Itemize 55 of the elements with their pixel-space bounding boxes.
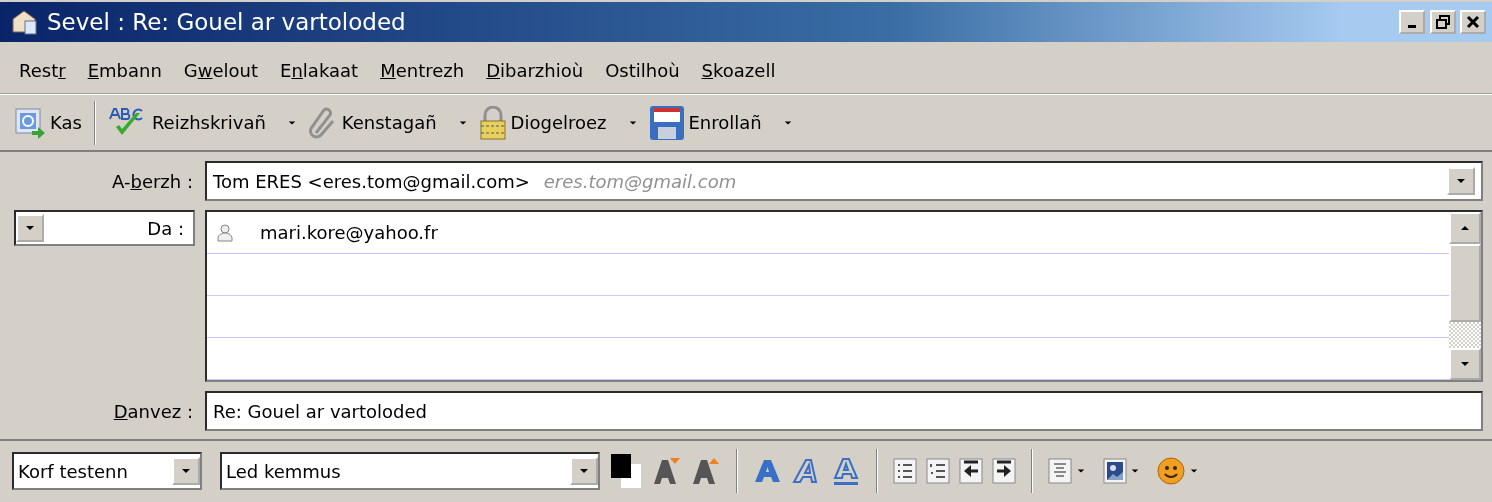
- sender-select[interactable]: Tom ERES <eres.tom@gmail.com> eres.tom@gmail.com: [205, 161, 1483, 201]
- smiley-icon[interactable]: [1157, 457, 1185, 485]
- dropdown-caret-icon[interactable]: [783, 119, 792, 126]
- recipient-type-select[interactable]: Da :: [14, 210, 195, 246]
- subject-field[interactable]: Re: Gouel ar vartoloded: [205, 391, 1483, 431]
- caret-icon[interactable]: [579, 468, 589, 474]
- close-button[interactable]: [1460, 10, 1486, 34]
- smaller-font-icon[interactable]: [652, 456, 682, 486]
- dropdown-caret-icon[interactable]: [458, 119, 467, 126]
- font-select[interactable]: Led kemmus: [220, 452, 600, 490]
- minimize-icon: [1408, 24, 1416, 28]
- caret-icon[interactable]: [1076, 468, 1085, 474]
- indent-icon[interactable]: [992, 458, 1016, 484]
- toolbar-button[interactable]: Kas: [8, 104, 88, 141]
- restore-icon: [1435, 15, 1450, 29]
- toolbar-button[interactable]: Kenstagañ: [301, 104, 473, 141]
- underline-icon[interactable]: [831, 456, 861, 486]
- paragraph-style-select[interactable]: Korf testenn: [12, 452, 202, 490]
- text-color-icon[interactable]: [609, 452, 643, 490]
- larger-font-icon[interactable]: [691, 456, 721, 486]
- padlock-icon: [478, 105, 507, 140]
- field-label: Danvez :: [112, 399, 194, 424]
- dropdown-caret-icon[interactable]: [628, 119, 637, 126]
- menu-item[interactable]: Restr: [8, 57, 77, 84]
- scrollbar[interactable]: [1449, 212, 1481, 380]
- menu-item[interactable]: Gwelout: [172, 57, 270, 84]
- numbered-list-icon[interactable]: [926, 458, 950, 484]
- dropdown-caret-icon[interactable]: [287, 119, 296, 126]
- toolbar-button[interactable]: Reizhskrivañ: [101, 104, 302, 141]
- caret-icon[interactable]: [25, 225, 35, 231]
- caret-icon[interactable]: [1456, 178, 1466, 184]
- menu-item[interactable]: Ostilhoù: [594, 57, 691, 84]
- caret-icon[interactable]: [1189, 468, 1198, 474]
- person-icon: [217, 223, 233, 242]
- recipient-row[interactable]: mari.kore@yahoo.fr: [207, 212, 1449, 254]
- window-title: Sevel : Re: Gouel ar vartoloded: [47, 7, 407, 37]
- caret-icon[interactable]: [181, 468, 191, 474]
- field-label: A-berzh :: [111, 169, 194, 194]
- bulleted-list-icon[interactable]: [893, 458, 917, 484]
- toolbar-button[interactable]: Diogelroez: [472, 103, 643, 142]
- restore-button[interactable]: [1429, 10, 1456, 34]
- menu-item[interactable]: Skoazell: [690, 57, 787, 84]
- menu-item[interactable]: Dibarzhioù: [475, 57, 595, 84]
- close-icon: [1466, 15, 1480, 29]
- toolbar-button[interactable]: Enrollañ: [642, 102, 798, 143]
- caret-icon[interactable]: [1460, 361, 1470, 367]
- caret-icon[interactable]: [1131, 468, 1139, 474]
- minimize-button[interactable]: [1399, 10, 1425, 34]
- menu-item[interactable]: Enlakaat: [269, 57, 370, 84]
- scroll-up-icon: [1460, 225, 1470, 231]
- menu-item[interactable]: Embann: [76, 57, 173, 84]
- outdent-icon[interactable]: [959, 458, 983, 484]
- menu-item[interactable]: Mentrezh: [369, 57, 476, 84]
- recipient-list[interactable]: mari.kore@yahoo.fr: [205, 210, 1483, 382]
- image-icon[interactable]: [1102, 458, 1127, 484]
